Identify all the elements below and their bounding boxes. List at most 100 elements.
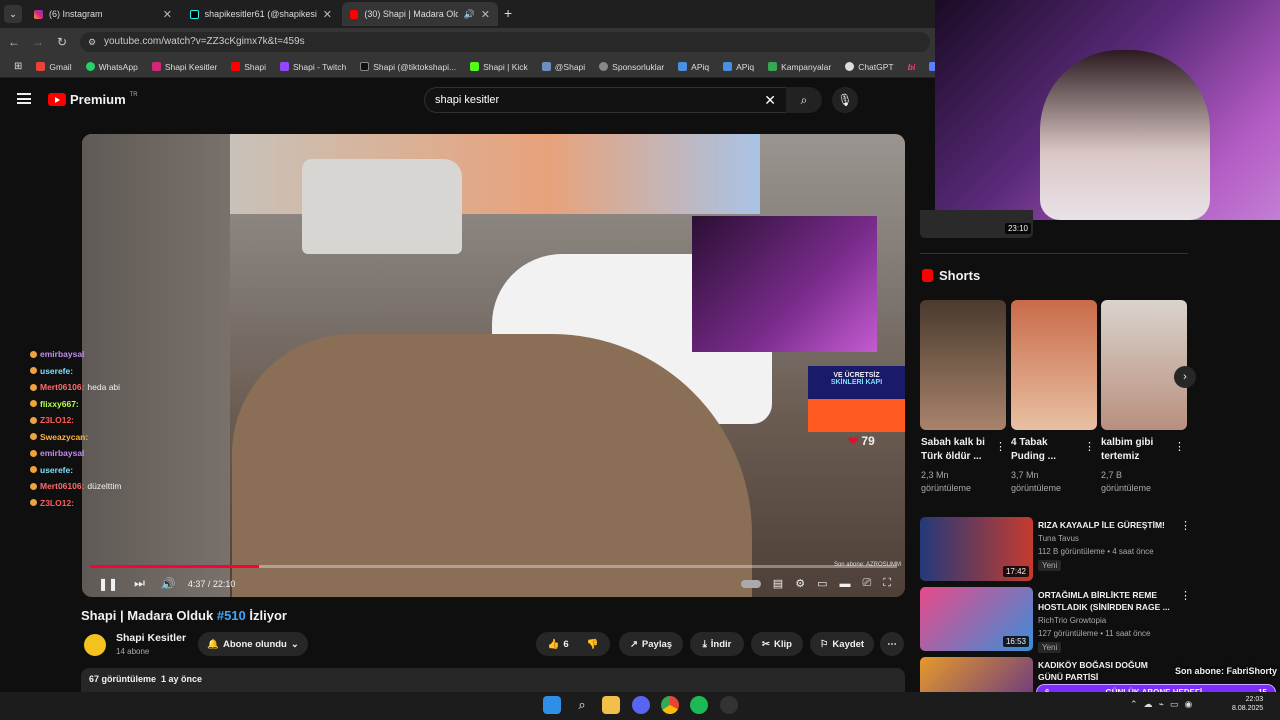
- bookmark-item[interactable]: Kampanyalar: [768, 62, 831, 72]
- youtube-logo[interactable]: Premium TR: [48, 92, 138, 107]
- file-explorer-icon[interactable]: [602, 696, 620, 714]
- instagram-icon: [151, 62, 161, 71]
- more-icon[interactable]: ⋮: [1180, 519, 1191, 532]
- short-thumb[interactable]: [1101, 300, 1187, 430]
- autoplay-toggle[interactable]: [740, 579, 761, 588]
- chat-line: emirbaysal: [30, 346, 180, 363]
- mic-button[interactable]: 🎙: [832, 87, 858, 113]
- more-icon[interactable]: ⋮: [1084, 440, 1095, 453]
- more-icon[interactable]: ⋮: [1174, 440, 1185, 453]
- pause-icon[interactable]: ❚❚: [98, 577, 118, 591]
- channel-avatar[interactable]: [84, 634, 106, 656]
- clear-icon[interactable]: ✕: [764, 88, 776, 112]
- windows-start-icon[interactable]: [543, 696, 561, 714]
- more-icon[interactable]: ⋮: [995, 440, 1006, 453]
- short-title[interactable]: kalbim gibi tertemiz: [1101, 436, 1153, 464]
- short-views-label: görüntüleme: [1101, 483, 1152, 493]
- share-button[interactable]: ↗ Paylaş: [619, 632, 683, 656]
- theater-icon[interactable]: ▬: [839, 578, 850, 590]
- miniplayer-icon[interactable]: ▭: [817, 577, 827, 590]
- top-video-thumb[interactable]: 23:10: [920, 210, 1033, 238]
- progress-track[interactable]: [90, 565, 897, 568]
- save-button[interactable]: ⚐ Kaydet: [810, 632, 874, 656]
- bookmark-item[interactable]: APiq: [678, 62, 709, 72]
- short-title[interactable]: 4 Tabak Puding ...: [1011, 436, 1056, 464]
- like-button[interactable]: 👍 6 👎: [536, 632, 610, 656]
- bookmark-item[interactable]: Gmail: [36, 62, 72, 72]
- cast-icon[interactable]: ⎚: [862, 577, 871, 590]
- short-title-line: Puding ...: [1011, 451, 1056, 462]
- bookmark-item[interactable]: Shapi: [231, 62, 266, 72]
- close-icon[interactable]: ✕: [323, 8, 332, 21]
- video-player[interactable]: VE ÜCRETSİZ SKİNLERİ KAPI ❤ 79 Son abone…: [82, 134, 905, 597]
- chat-username: Z3LO12:: [40, 497, 75, 508]
- rec-channel: RichTrio Growtopia: [1038, 616, 1107, 625]
- short-title[interactable]: Sabah kalk bi Türk öldür ...: [921, 436, 985, 464]
- apps-icon[interactable]: ⊞: [14, 61, 22, 72]
- download-button[interactable]: ⤓ İndir: [690, 632, 744, 656]
- subscribe-button[interactable]: 🔔 Abone olundu ⌄: [198, 632, 308, 656]
- address-bar-row: ← → ↻ ⚙ youtube.com/watch?v=ZZ3cKgimx7k&…: [0, 28, 935, 56]
- chat-message: düzelttim: [87, 481, 122, 492]
- bookmark-item[interactable]: Shapi Kesitler: [151, 62, 217, 72]
- fullscreen-icon[interactable]: ⛶: [883, 577, 891, 590]
- back-icon[interactable]: ←: [2, 35, 26, 49]
- scene-truck: [302, 159, 462, 254]
- bookmark-item[interactable]: Shapi | Kick: [470, 62, 528, 72]
- bookmark-item[interactable]: @Shapi: [541, 62, 585, 72]
- rec-meta: 112 B görüntüleme • 4 saat önce: [1038, 547, 1154, 556]
- chat-line: userefe:: [30, 462, 180, 479]
- site-info-icon[interactable]: ⚙: [88, 32, 96, 52]
- spotify-icon[interactable]: [690, 696, 708, 714]
- settings-icon[interactable]: ⚙: [795, 577, 805, 590]
- rec-item[interactable]: 17:42 RIZA KAYAALP İLE GÜREŞTİM! Tuna Ta…: [920, 517, 1191, 581]
- bookmark-item[interactable]: Shapi (@tiktokshapi...: [360, 62, 456, 72]
- more-icon[interactable]: ⋮: [1180, 589, 1191, 602]
- tab-list-icon[interactable]: ⌄: [4, 5, 22, 23]
- rec-item[interactable]: 16:53 ORTAĞIMLA BİRLİKTE REME HOSTLADIK …: [920, 587, 1191, 653]
- bookmark-item[interactable]: APiq: [723, 62, 754, 72]
- obs-icon[interactable]: [720, 696, 738, 714]
- forward-icon[interactable]: →: [26, 35, 50, 49]
- shorts-next-button[interactable]: ›: [1174, 366, 1196, 388]
- tab-youtube[interactable]: (30) Shapi | Madara Olduk 🔊 ✕: [342, 2, 498, 26]
- next-icon[interactable]: ⏭: [134, 576, 145, 591]
- channel-name[interactable]: Shapi Kesitler: [116, 632, 186, 644]
- audio-icon[interactable]: 🔊: [464, 9, 475, 20]
- chat-badge-icon: [30, 433, 37, 441]
- like-count: 6: [563, 638, 569, 650]
- close-icon[interactable]: ✕: [163, 8, 172, 21]
- short-title-line: 4 Tabak: [1011, 437, 1048, 448]
- bookmark-label: Shapi - Twitch: [293, 61, 347, 72]
- subtitles-icon[interactable]: ▤: [773, 577, 783, 590]
- description-box[interactable]: 67 görüntüleme 1 ay önce: [81, 668, 905, 692]
- close-icon[interactable]: ✕: [481, 8, 490, 21]
- tray-icons[interactable]: ⌃☁⌁▭◉: [1130, 699, 1198, 710]
- bookmark-item[interactable]: bi: [908, 62, 916, 72]
- tab-tiktok[interactable]: shapikesitler61 (@shapikesitler) ✕: [182, 2, 340, 26]
- tab-instagram[interactable]: (6) Instagram ✕: [26, 2, 180, 26]
- volume-icon[interactable]: 🔊: [161, 577, 176, 591]
- bookmark-item[interactable]: Sponsorluklar: [599, 62, 664, 72]
- chat-line: userefe:: [30, 363, 180, 380]
- more-actions-button[interactable]: ⋯: [880, 632, 904, 656]
- short-thumb[interactable]: [920, 300, 1006, 430]
- short-views-label: görüntüleme: [921, 483, 972, 493]
- bookmark-item[interactable]: Shapi - Twitch: [280, 62, 346, 72]
- bookmark-item[interactable]: WhatsApp: [85, 62, 138, 72]
- menu-icon[interactable]: [17, 93, 31, 104]
- discord-icon[interactable]: [632, 696, 650, 714]
- search-button[interactable]: ⌕: [786, 87, 822, 113]
- chrome-icon[interactable]: [661, 696, 679, 714]
- short-thumb[interactable]: [1011, 300, 1097, 430]
- new-tab-button[interactable]: +: [504, 5, 512, 21]
- dislike-icon[interactable]: 👎: [587, 639, 599, 650]
- search-icon[interactable]: ⌕: [573, 696, 591, 714]
- search-input[interactable]: shapi kesitler ✕: [424, 87, 787, 113]
- url-input[interactable]: ⚙ youtube.com/watch?v=ZZ3cKgimx7k&t=459s: [80, 32, 930, 52]
- bookmark-item[interactable]: ChatGPT: [845, 62, 894, 72]
- clip-button[interactable]: ✂ Klip: [751, 632, 803, 656]
- hashtag-link[interactable]: #510: [217, 608, 246, 623]
- reload-icon[interactable]: ↻: [50, 35, 74, 49]
- clock[interactable]: 22:03 8.08.2025: [1232, 695, 1263, 713]
